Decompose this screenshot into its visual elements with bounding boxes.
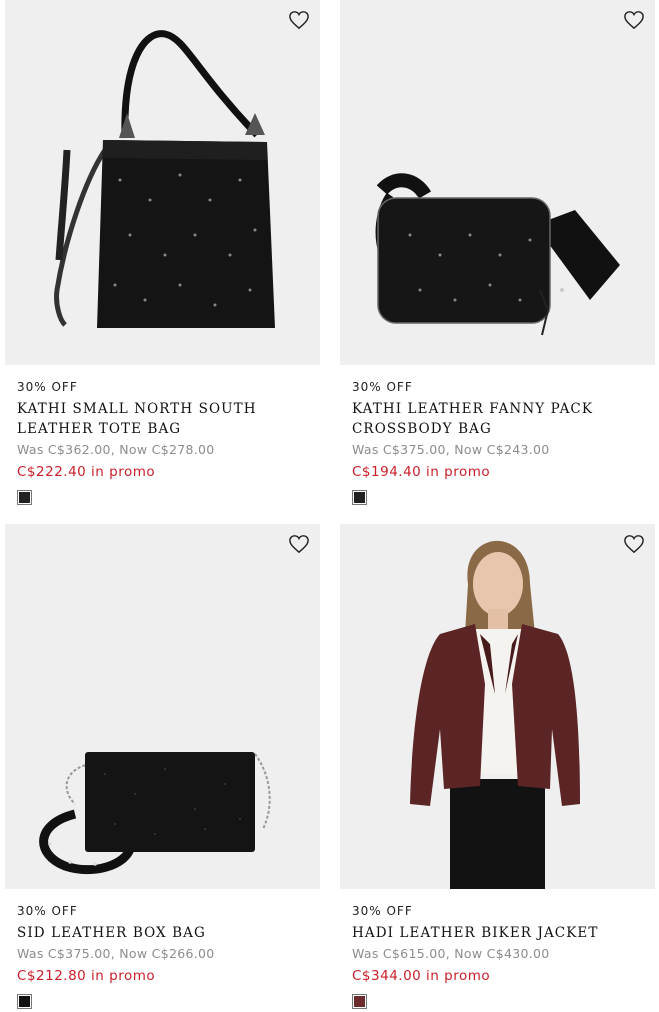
biker-jacket-model-image	[410, 540, 580, 889]
product-image[interactable]	[5, 524, 320, 889]
wishlist-heart-icon[interactable]	[623, 10, 645, 30]
color-swatch[interactable]	[17, 994, 32, 1009]
promo-badge: 30% OFF	[17, 380, 78, 394]
promo-badge: 30% OFF	[17, 904, 78, 918]
product-image[interactable]	[340, 0, 655, 365]
product-name[interactable]: KATHI SMALL NORTH SOUTH LEATHER TOTE BAG	[17, 399, 320, 439]
box-bag-image	[39, 752, 271, 875]
product-name[interactable]: SID LEATHER BOX BAG	[17, 923, 320, 943]
product-card[interactable]: 30% OFF KATHI LEATHER FANNY PACK CROSSBO…	[340, 0, 655, 505]
product-image[interactable]	[5, 0, 320, 365]
was-now-price: Was C$375.00, Now C$266.00	[17, 946, 215, 961]
promo-price: C$194.40 in promo	[352, 464, 491, 480]
product-image[interactable]	[340, 524, 655, 889]
product-name[interactable]: KATHI LEATHER FANNY PACK CROSSBODY BAG	[352, 399, 655, 439]
promo-price: C$344.00 in promo	[352, 968, 491, 984]
promo-price: C$222.40 in promo	[17, 464, 156, 480]
promo-badge: 30% OFF	[352, 380, 413, 394]
was-now-price: Was C$362.00, Now C$278.00	[17, 442, 215, 457]
product-card[interactable]: 30% OFF SID LEATHER BOX BAG Was C$375.00…	[5, 524, 320, 1009]
product-card[interactable]: 30% OFF HADI LEATHER BIKER JACKET Was C$…	[340, 524, 655, 1009]
promo-price: C$212.80 in promo	[17, 968, 156, 984]
product-card[interactable]: 30% OFF KATHI SMALL NORTH SOUTH LEATHER …	[5, 0, 320, 505]
wishlist-heart-icon[interactable]	[623, 534, 645, 554]
was-now-price: Was C$615.00, Now C$430.00	[352, 946, 550, 961]
color-swatch[interactable]	[17, 490, 32, 505]
was-now-price: Was C$375.00, Now C$243.00	[352, 442, 550, 457]
wishlist-heart-icon[interactable]	[288, 10, 310, 30]
color-swatch[interactable]	[352, 490, 367, 505]
tote-bag-image	[54, 30, 275, 328]
wishlist-heart-icon[interactable]	[288, 534, 310, 554]
color-swatch[interactable]	[352, 994, 367, 1009]
product-name[interactable]: HADI LEATHER BIKER JACKET	[352, 923, 655, 943]
promo-badge: 30% OFF	[352, 904, 413, 918]
crossbody-bag-image	[375, 173, 620, 336]
